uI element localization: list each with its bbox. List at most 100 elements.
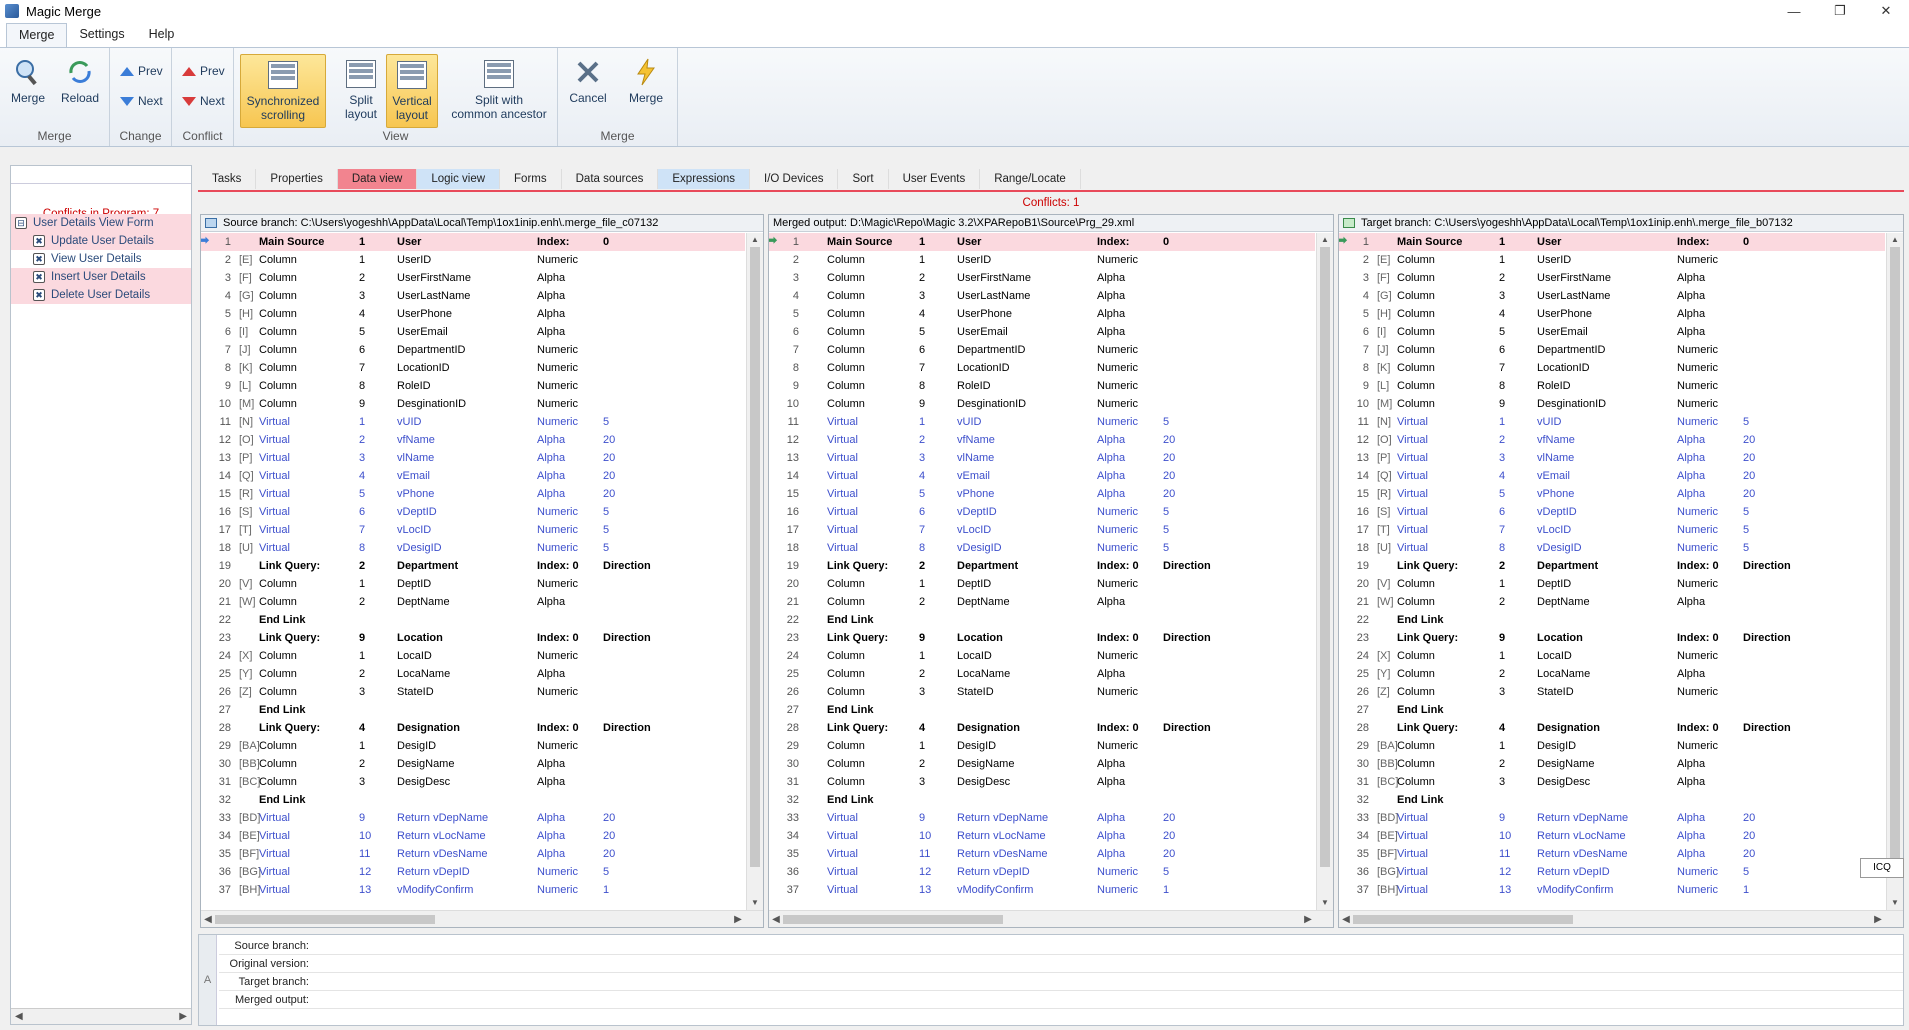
table-row[interactable]: 23 Link Query: 9 Location Index: 0 Direction: [769, 629, 1315, 647]
table-row[interactable]: 21 [W] Column 2 DeptName Alpha: [201, 593, 745, 611]
table-row[interactable]: 22 End Link: [769, 611, 1315, 629]
tab-io-devices[interactable]: I/O Devices: [750, 169, 839, 189]
tree-node[interactable]: ✖ Insert User Details: [11, 268, 191, 286]
table-row[interactable]: 1 Main Source 1 User Index: 0 ➡: [769, 233, 1315, 251]
restore-icon[interactable]: ❐: [1817, 0, 1863, 22]
cancel-button[interactable]: Cancel: [564, 52, 612, 105]
table-row[interactable]: 3 [F] Column 2 UserFirstName Alpha: [1339, 269, 1885, 287]
tab-user-events[interactable]: User Events: [889, 169, 981, 189]
table-row[interactable]: 8 Column 7 LocationID Numeric: [769, 359, 1315, 377]
table-row[interactable]: 23 Link Query: 9 Location Index: 0 Direction: [201, 629, 745, 647]
table-row[interactable]: 19 Link Query: 2 Department Index: 0 Directio…: [769, 557, 1315, 575]
panel-side-tab[interactable]: A: [199, 935, 217, 1025]
table-row[interactable]: 26 Column 3 StateID Numeric: [769, 683, 1315, 701]
table-row[interactable]: 10 [M] Column 9 DesginationID Numeric: [201, 395, 745, 413]
table-row[interactable]: 35 [BF] Virtual 11 Return vDesName Alpha 20: [201, 845, 745, 863]
table-row[interactable]: 1 Main Source 1 User Index: 0 ➡: [201, 233, 745, 251]
table-row[interactable]: 26 [Z] Column 3 StateID Numeric: [1339, 683, 1885, 701]
table-row[interactable]: 14 Virtual 4 vEmail Alpha 20: [769, 467, 1315, 485]
table-row[interactable]: 18 [U] Virtual 8 vDesigID Numeric 5: [201, 539, 745, 557]
table-row[interactable]: 37 Virtual 13 vModifyConfirm Numeric 1: [769, 881, 1315, 899]
table-row[interactable]: 1 Main Source 1 User Index: 0 ➡: [1339, 233, 1885, 251]
table-row[interactable]: 5 Column 4 UserPhone Alpha: [769, 305, 1315, 323]
table-row[interactable]: 2 [E] Column 1 UserID Numeric: [201, 251, 745, 269]
table-row[interactable]: 20 [V] Column 1 DeptID Numeric: [201, 575, 745, 593]
table-row[interactable]: 11 [N] Virtual 1 vUID Numeric 5: [201, 413, 745, 431]
table-row[interactable]: 17 [T] Virtual 7 vLocID Numeric 5: [201, 521, 745, 539]
table-row[interactable]: 32 End Link: [769, 791, 1315, 809]
table-row[interactable]: 9 Column 8 RoleID Numeric: [769, 377, 1315, 395]
table-row[interactable]: 37 [BH] Virtual 13 vModifyConfirm Numeric 1: [1339, 881, 1885, 899]
table-row[interactable]: 28 Link Query: 4 Designation Index: 0 Directi…: [201, 719, 745, 737]
table-row[interactable]: 27 End Link: [769, 701, 1315, 719]
table-row[interactable]: 24 Column 1 LocaID Numeric: [769, 647, 1315, 665]
table-row[interactable]: 13 Virtual 3 vlName Alpha 20: [769, 449, 1315, 467]
change-prev-button[interactable]: Prev: [120, 64, 163, 78]
table-row[interactable]: 30 [BB] Column 2 DesigName Alpha: [201, 755, 745, 773]
table-row[interactable]: 10 Column 9 DesginationID Numeric: [769, 395, 1315, 413]
table-row[interactable]: 14 [Q] Virtual 4 vEmail Alpha 20: [201, 467, 745, 485]
vertical-scrollbar[interactable]: ▲ ▼: [746, 233, 763, 910]
horizontal-scrollbar[interactable]: ◀ ▶: [1339, 910, 1903, 927]
table-row[interactable]: 13 [P] Virtual 3 vlName Alpha 20: [1339, 449, 1885, 467]
table-row[interactable]: 6 [I] Column 5 UserEmail Alpha: [201, 323, 745, 341]
table-row[interactable]: 8 [K] Column 7 LocationID Numeric: [201, 359, 745, 377]
table-row[interactable]: 35 [BF] Virtual 11 Return vDesName Alpha 20: [1339, 845, 1885, 863]
table-row[interactable]: 5 [H] Column 4 UserPhone Alpha: [201, 305, 745, 323]
tab-forms[interactable]: Forms: [500, 169, 562, 189]
table-row[interactable]: 15 [R] Virtual 5 vPhone Alpha 20: [201, 485, 745, 503]
tab-settings[interactable]: Settings: [67, 23, 136, 47]
table-row[interactable]: 25 [Y] Column 2 LocaName Alpha: [201, 665, 745, 683]
icq-badge[interactable]: ICQ: [1860, 858, 1904, 878]
synchronized-scrolling-button[interactable]: Synchronized scrolling: [240, 54, 326, 128]
table-row[interactable]: 6 [I] Column 5 UserEmail Alpha: [1339, 323, 1885, 341]
table-row[interactable]: 28 Link Query: 4 Designation Index: 0 Directi…: [769, 719, 1315, 737]
table-row[interactable]: 16 Virtual 6 vDeptID Numeric 5: [769, 503, 1315, 521]
tab-expressions[interactable]: Expressions: [658, 169, 751, 189]
table-row[interactable]: 12 [O] Virtual 2 vfName Alpha 20: [201, 431, 745, 449]
table-row[interactable]: 7 [J] Column 6 DepartmentID Numeric: [1339, 341, 1885, 359]
table-row[interactable]: 29 [BA] Column 1 DesigID Numeric: [201, 737, 745, 755]
table-row[interactable]: 24 [X] Column 1 LocaID Numeric: [201, 647, 745, 665]
table-row[interactable]: 4 [G] Column 3 UserLastName Alpha: [1339, 287, 1885, 305]
table-row[interactable]: 21 Column 2 DeptName Alpha: [769, 593, 1315, 611]
table-row[interactable]: 6 Column 5 UserEmail Alpha: [769, 323, 1315, 341]
table-row[interactable]: 13 [P] Virtual 3 vlName Alpha 20: [201, 449, 745, 467]
table-row[interactable]: 7 [J] Column 6 DepartmentID Numeric: [201, 341, 745, 359]
table-row[interactable]: 11 [N] Virtual 1 vUID Numeric 5: [1339, 413, 1885, 431]
table-row[interactable]: 5 [H] Column 4 UserPhone Alpha: [1339, 305, 1885, 323]
table-row[interactable]: 9 [L] Column 8 RoleID Numeric: [1339, 377, 1885, 395]
table-row[interactable]: 17 [T] Virtual 7 vLocID Numeric 5: [1339, 521, 1885, 539]
tab-merge[interactable]: Merge: [6, 23, 68, 47]
change-next-button[interactable]: Next: [120, 94, 163, 108]
table-row[interactable]: 33 [BD] Virtual 9 Return vDepName Alpha 20: [201, 809, 745, 827]
split-layout-button[interactable]: Split layout: [338, 54, 384, 128]
table-row[interactable]: 25 [Y] Column 2 LocaName Alpha: [1339, 665, 1885, 683]
tab-sort[interactable]: Sort: [838, 169, 889, 189]
table-row[interactable]: 22 End Link: [201, 611, 745, 629]
table-row[interactable]: 29 Column 1 DesigID Numeric: [769, 737, 1315, 755]
horizontal-scrollbar[interactable]: ◀ ▶: [201, 910, 763, 927]
panel-scrollbar[interactable]: ◀ ▶: [11, 1008, 191, 1024]
table-row[interactable]: 31 Column 3 DesigDesc Alpha: [769, 773, 1315, 791]
table-row[interactable]: 4 [G] Column 3 UserLastName Alpha: [201, 287, 745, 305]
table-row[interactable]: 25 Column 2 LocaName Alpha: [769, 665, 1315, 683]
tree-node[interactable]: ✖ View User Details: [11, 250, 191, 268]
split-common-ancestor-button[interactable]: Split with common ancestor: [444, 54, 554, 128]
table-row[interactable]: 16 [S] Virtual 6 vDeptID Numeric 5: [201, 503, 745, 521]
table-row[interactable]: 33 Virtual 9 Return vDepName Alpha 20: [769, 809, 1315, 827]
table-row[interactable]: 36 Virtual 12 Return vDepID Numeric 5: [769, 863, 1315, 881]
tab-tasks[interactable]: Tasks: [198, 169, 257, 189]
table-row[interactable]: 33 [BD] Virtual 9 Return vDepName Alpha 20: [1339, 809, 1885, 827]
table-row[interactable]: 10 [M] Column 9 DesginationID Numeric: [1339, 395, 1885, 413]
vertical-scrollbar[interactable]: ▲ ▼: [1886, 233, 1903, 910]
table-row[interactable]: 2 Column 1 UserID Numeric: [769, 251, 1315, 269]
table-row[interactable]: 11 Virtual 1 vUID Numeric 5: [769, 413, 1315, 431]
table-row[interactable]: 30 Column 2 DesigName Alpha: [769, 755, 1315, 773]
table-row[interactable]: 8 [K] Column 7 LocationID Numeric: [1339, 359, 1885, 377]
table-row[interactable]: 28 Link Query: 4 Designation Index: 0 Directi…: [1339, 719, 1885, 737]
table-row[interactable]: 30 [BB] Column 2 DesigName Alpha: [1339, 755, 1885, 773]
table-row[interactable]: 15 [R] Virtual 5 vPhone Alpha 20: [1339, 485, 1885, 503]
table-row[interactable]: 36 [BG] Virtual 12 Return vDepID Numeric 5: [201, 863, 745, 881]
minimize-icon[interactable]: —: [1771, 0, 1817, 22]
